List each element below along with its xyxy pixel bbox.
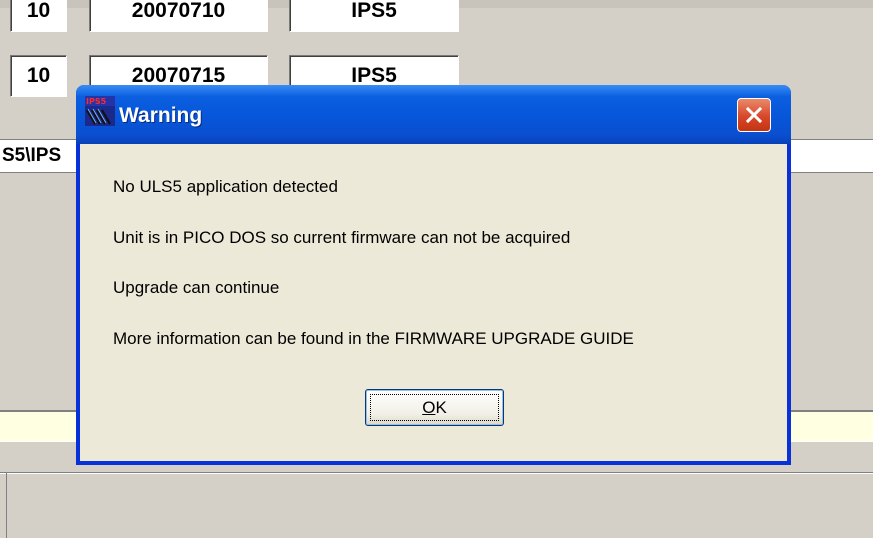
row2-num-value: 10 [26, 64, 51, 87]
row1-num-field[interactable]: 10 [10, 0, 67, 32]
row2-num-field[interactable]: 10 [10, 55, 67, 97]
lower-divider-highlight [0, 473, 873, 474]
focus-rectangle [370, 394, 499, 421]
row1-type-value: IPS5 [351, 0, 397, 22]
close-button[interactable] [737, 98, 771, 132]
path-text: S5\IPS [2, 145, 62, 166]
dialog-titlebar[interactable]: IPS5 Warning [76, 85, 791, 144]
close-icon [745, 106, 763, 124]
ok-button[interactable]: OK [365, 389, 504, 426]
ips5-app-icon: IPS5 [85, 96, 115, 126]
warning-dialog: IPS5 Warning No ULS5 application detecte… [76, 85, 791, 465]
lower-panel-edge [6, 472, 7, 538]
message-line-1: No ULS5 application detected [113, 177, 338, 196]
message-line-2: Unit is in PICO DOS so current firmware … [113, 228, 571, 247]
row1-type-field[interactable]: IPS5 [289, 0, 459, 32]
message-line-4: More information can be found in the FIR… [113, 329, 634, 348]
row1-date-value: 20070710 [131, 0, 226, 22]
message-line-3: Upgrade can continue [113, 278, 280, 297]
row1-num-value: 10 [26, 0, 51, 22]
dialog-body: No ULS5 application detected Unit is in … [80, 144, 787, 461]
svg-text:IPS5: IPS5 [86, 97, 107, 106]
row1-date-field[interactable]: 20070710 [89, 0, 268, 32]
dialog-title: Warning [119, 104, 203, 127]
